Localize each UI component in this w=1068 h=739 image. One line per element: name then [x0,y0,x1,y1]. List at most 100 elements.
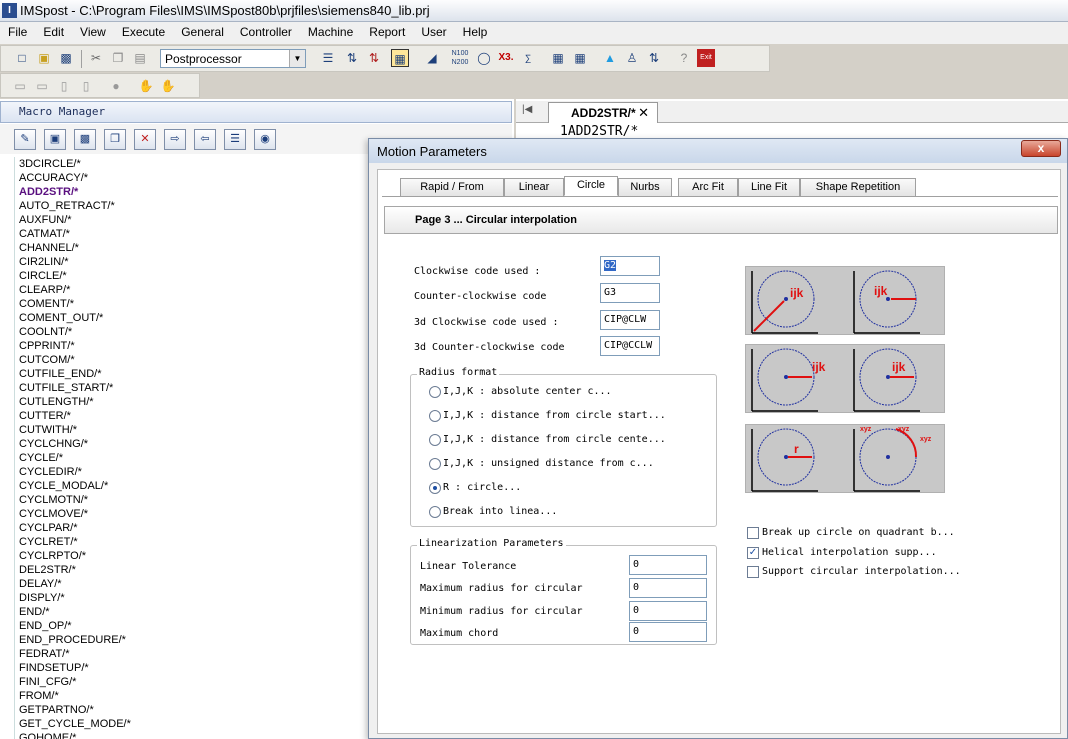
binoculars-icon[interactable]: ● [107,77,125,95]
x3-icon[interactable]: X3. [497,49,515,67]
linear-tolerance-field[interactable]: 0 [629,555,707,575]
chevron-down-icon[interactable]: ▼ [289,50,305,67]
menu-execute[interactable]: Execute [114,22,173,39]
settings-list-icon[interactable]: ⇅ [645,49,663,67]
sort-up-icon[interactable]: ⇅ [365,49,383,67]
svg-text:xyz: xyz [920,436,932,443]
chart-icon[interactable]: ◢ [423,49,441,67]
new-file-icon[interactable]: □ [13,49,31,67]
dialog-close-button[interactable]: x [1021,140,1061,157]
calculator-icon[interactable]: ▦ [549,49,567,67]
app-icon: I [2,3,17,18]
open-macro-icon[interactable]: ▣ [44,129,66,150]
ccw-code-label: Counter-clockwise code [414,291,547,302]
svg-text:ijk: ijk [892,360,906,374]
support-circular-checkbox[interactable] [747,566,759,578]
min-radius-field[interactable]: 0 [629,601,707,621]
ccw-code-field[interactable]: G3 [600,283,660,303]
radio-ijk-from-start-label: I,J,K : distance from circle start... [443,410,666,421]
page-header: Page 3 ... Circular interpolation [384,206,1058,234]
line-number: 1 [560,124,568,139]
tab-shape-repetition[interactable]: Shape Repetition [800,178,916,196]
break-quadrant-label: Break up circle on quadrant b... [762,527,955,538]
tab-linear[interactable]: Linear [504,178,564,196]
menu-report[interactable]: Report [361,22,413,39]
radio-ijk-absolute-label: I,J,K : absolute center c... [443,386,612,397]
radio-ijk-unsigned-label: I,J,K : unsigned distance from c... [443,458,654,469]
menu-machine[interactable]: Machine [300,22,361,39]
break-quadrant-checkbox[interactable] [747,527,759,539]
open-folder-icon[interactable]: ▣ [35,49,53,67]
code-text: ADD2STR/* [567,124,639,139]
export-macro-icon[interactable]: ⇨ [164,129,186,150]
ccw3d-code-field[interactable]: CIP@CCLW [600,336,660,356]
postprocessor-select[interactable]: Postprocessor ▼ [160,49,306,68]
new-macro-icon[interactable]: ✎ [14,129,36,150]
menu-controller[interactable]: Controller [232,22,300,39]
window-arrow-icon[interactable]: ▭ [33,77,51,95]
close-icon[interactable]: ✕ [638,105,649,121]
motion-parameters-dialog: Motion Parameters x Rapid / From Linear … [368,138,1068,739]
n100-icon[interactable]: N100 N200 [451,49,469,67]
ijk-absolute-svg: ijk ijk [751,270,920,334]
tab-add2str[interactable]: ADD2STR/* ✕ [548,102,658,123]
radio-ijk-absolute[interactable] [429,386,441,398]
cw3d-code-field[interactable]: CIP@CLW [600,310,660,330]
find-macro-icon[interactable]: ◉ [254,129,276,150]
radio-ijk-from-center-label: I,J,K : distance from circle cente... [443,434,666,445]
save-macro-icon[interactable]: ▩ [74,129,96,150]
save-icon[interactable]: ▩ [57,49,75,67]
helical-checkbox[interactable]: ✓ [747,547,759,559]
tab-arc-fit[interactable]: Arc Fit [678,178,738,196]
editor-toggle-icon[interactable]: ▦ [391,49,409,67]
editor-code-line[interactable]: 1ADD2STR/* [560,124,638,139]
sort-down-icon[interactable]: ⇅ [343,49,361,67]
svg-text:xyz: xyz [860,426,872,433]
menu-general[interactable]: General [173,22,232,39]
import-macro-icon[interactable]: ⇦ [194,129,216,150]
window-icon[interactable]: ▭ [11,77,29,95]
comment-icon[interactable]: ◯ [475,49,493,67]
report-icon[interactable]: ☰ [319,49,337,67]
radio-ijk-from-center[interactable] [429,434,441,446]
menu-help[interactable]: Help [455,22,496,39]
speech-icon[interactable]: ▯ [55,77,73,95]
radio-ijk-from-start[interactable] [429,410,441,422]
copy-macro-icon[interactable]: ❐ [104,129,126,150]
max-chord-field[interactable]: 0 [629,622,707,642]
menu-view[interactable]: View [72,22,114,39]
hand-alt-icon[interactable]: ✋ [159,77,177,95]
help-icon[interactable]: ? [675,49,693,67]
ijk-absolute-diagram: ijk ijk [745,266,945,335]
radio-break-linear[interactable] [429,506,441,518]
svg-text:xyz: xyz [898,426,910,433]
person-icon[interactable]: ♙ [623,49,641,67]
table-icon[interactable]: ▦ [571,49,589,67]
list-macro-icon[interactable]: ☰ [224,129,246,150]
math-icon[interactable]: ∑ [519,49,537,67]
menu-file[interactable]: File [0,22,35,39]
tab-circle[interactable]: Circle [564,176,618,196]
machine-icon[interactable]: ▲ [601,49,619,67]
paste-icon[interactable]: ▤ [131,49,149,67]
radio-r-circle[interactable] [429,482,441,494]
radio-ijk-unsigned[interactable] [429,458,441,470]
tab-nurbs[interactable]: Nurbs [618,178,672,196]
menu-user[interactable]: User [413,22,454,39]
cw-code-field[interactable]: G2 [600,256,660,276]
tab-rapid-from[interactable]: Rapid / From [400,178,504,196]
linearization-group: Linearization Parameters Linear Toleranc… [410,538,717,645]
find-icon[interactable]: ▯ [77,77,95,95]
hand-icon[interactable]: ✋ [137,77,155,95]
tab-scroll-icon[interactable]: |◀ [522,104,532,115]
helical-label: Helical interpolation supp... [762,547,937,558]
linear-tolerance-label: Linear Tolerance [420,561,517,572]
tab-line-fit[interactable]: Line Fit [738,178,800,196]
delete-macro-icon[interactable]: ✕ [134,129,156,150]
menu-bar: File Edit View Execute General Controller Mach… [0,22,1068,44]
copy-icon[interactable]: ❐ [109,49,127,67]
cut-icon[interactable]: ✂ [87,49,105,67]
max-radius-field[interactable]: 0 [629,578,707,598]
menu-edit[interactable]: Edit [35,22,72,39]
exit-icon[interactable]: Exit [697,49,715,67]
